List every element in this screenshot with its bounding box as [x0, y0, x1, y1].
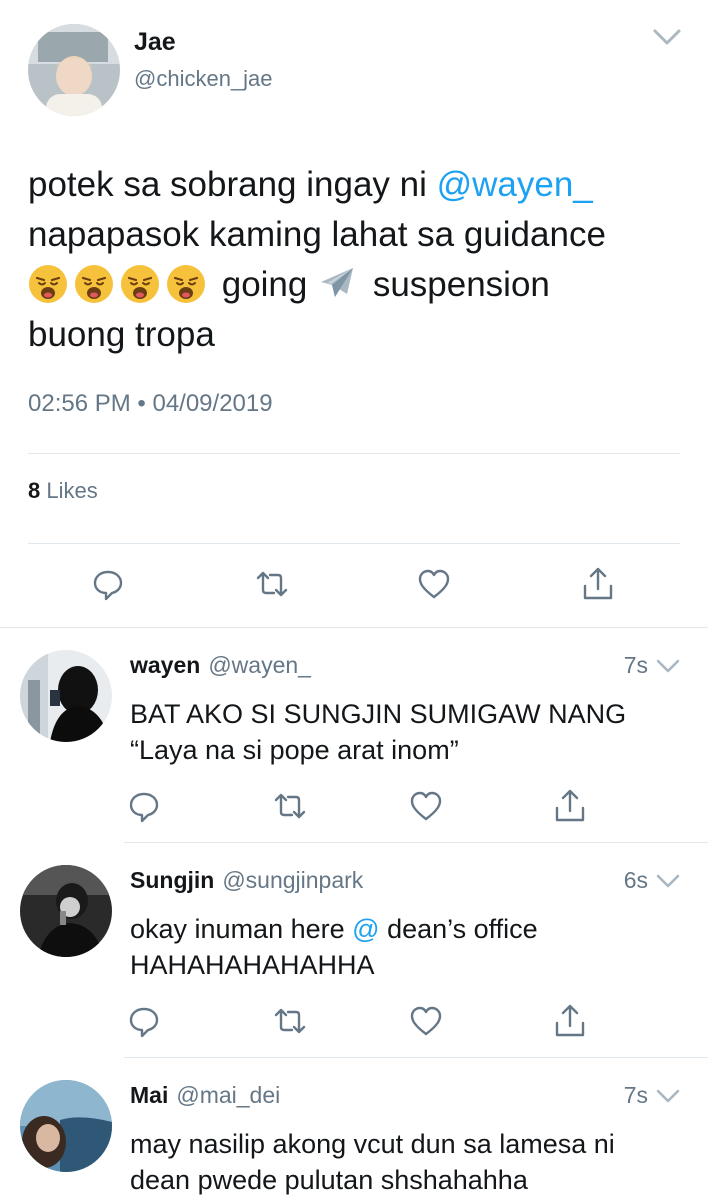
share-button[interactable] [550, 786, 590, 826]
tweet-text-part: potek sa sobrang ingay ni [28, 165, 437, 204]
retweet-icon [256, 571, 288, 597]
like-button[interactable] [406, 1001, 446, 1041]
reply-line: may nasilip akong vcut dun sa lamesa ni [130, 1129, 615, 1159]
share-icon [555, 789, 585, 822]
main-tweet-actions [0, 564, 708, 604]
reply-line: dean’s office [379, 914, 538, 944]
retweet-button[interactable] [252, 564, 292, 604]
divider [28, 453, 680, 454]
reply-button[interactable] [88, 564, 128, 604]
retweet-icon [274, 1008, 306, 1034]
mention-link[interactable]: @wayen_ [437, 165, 593, 204]
speech-bubble-icon [129, 792, 159, 823]
likes-label: Likes [46, 478, 98, 503]
tweet-text-part: suspension [363, 265, 550, 304]
reply-line: dean pwede pulutan shshahahha [130, 1165, 528, 1195]
retweet-icon [274, 793, 306, 819]
reply-text: okay inuman here @ dean’s office HAHAHAH… [130, 911, 690, 983]
author-avatar[interactable] [28, 24, 120, 116]
reply-handle: @sungjinpark [222, 867, 364, 893]
chevron-down-icon[interactable] [656, 874, 680, 890]
weary-face-icon [120, 264, 160, 304]
reply-text: may nasilip akong vcut dun sa lamesa ni … [130, 1126, 690, 1198]
chevron-down-icon[interactable] [652, 28, 682, 46]
reply-author[interactable]: Mai @mai_dei [130, 1082, 280, 1109]
heart-icon [410, 1006, 442, 1036]
reply-button[interactable] [124, 786, 164, 826]
likes-number: 8 [28, 478, 41, 503]
reply-name: wayen [130, 652, 201, 678]
reply-author[interactable]: wayen @wayen_ [130, 652, 311, 679]
reply-name: Mai [130, 1082, 169, 1108]
reply-handle: @wayen_ [208, 652, 311, 678]
chevron-down-icon[interactable] [656, 659, 680, 675]
weary-face-icon [166, 264, 206, 304]
heart-icon [418, 569, 450, 599]
reply-handle: @mai_dei [176, 1082, 281, 1108]
reply-line: “Laya na si pope arat inom” [130, 735, 459, 765]
reply-actions [0, 1001, 708, 1041]
reply-avatar[interactable] [20, 865, 112, 957]
reply-line: okay inuman here [130, 914, 353, 944]
like-button[interactable] [414, 564, 454, 604]
heart-icon [410, 791, 442, 821]
divider [28, 543, 680, 544]
tweet-timestamp: 02:56 PM • 04/09/2019 [28, 390, 273, 417]
reply-time: 7s [623, 1082, 648, 1108]
reply-tweet[interactable]: wayen @wayen_ 7s BAT AKO SI SUNGJIN SUMIG… [0, 628, 708, 842]
reply-text: BAT AKO SI SUNGJIN SUMIGAW NANG “Laya na… [130, 696, 690, 768]
retweet-button[interactable] [270, 1001, 310, 1041]
reply-tweet[interactable]: Mai @mai_dei 7s may nasilip akong vcut du… [0, 1058, 708, 1200]
airplane-icon [317, 264, 357, 304]
reply-tweet[interactable]: Sungjin @sungjinpark 6s okay inuman here … [0, 843, 708, 1057]
speech-bubble-icon [129, 1007, 159, 1038]
weary-face-icon [28, 264, 68, 304]
reply-author[interactable]: Sungjin @sungjinpark [130, 867, 363, 894]
tweet-text-part: napapasok kaming lahat sa guidance [28, 215, 606, 254]
likes-count[interactable]: 8 Likes [28, 478, 98, 504]
mention-link[interactable]: @ [352, 914, 379, 944]
tweet-text: potek sa sobrang ingay ni @wayen_ napapa… [28, 160, 688, 360]
share-button[interactable] [578, 564, 618, 604]
main-tweet: Jae @chicken_jae potek sa sobrang ingay … [0, 0, 708, 628]
reply-avatar[interactable] [20, 650, 112, 742]
share-button[interactable] [550, 1001, 590, 1041]
reply-avatar[interactable] [20, 1080, 112, 1172]
reply-actions [0, 786, 708, 826]
speech-bubble-icon [93, 570, 123, 601]
like-button[interactable] [406, 786, 446, 826]
share-icon [555, 1004, 585, 1037]
share-icon [583, 567, 613, 600]
reply-button[interactable] [124, 1001, 164, 1041]
tweet-text-part: buong tropa [28, 315, 215, 354]
retweet-button[interactable] [270, 786, 310, 826]
reply-name: Sungjin [130, 867, 215, 893]
weary-face-icon [74, 264, 114, 304]
reply-line: BAT AKO SI SUNGJIN SUMIGAW NANG [130, 699, 627, 729]
reply-time: 6s [623, 867, 648, 893]
reply-line: HAHAHAHAHAHHA [130, 950, 375, 980]
chevron-down-icon[interactable] [656, 1089, 680, 1105]
reply-time: 7s [623, 652, 648, 678]
author-name[interactable]: Jae [134, 28, 176, 57]
author-handle[interactable]: @chicken_jae [134, 66, 273, 92]
tweet-text-part: going [212, 265, 318, 304]
